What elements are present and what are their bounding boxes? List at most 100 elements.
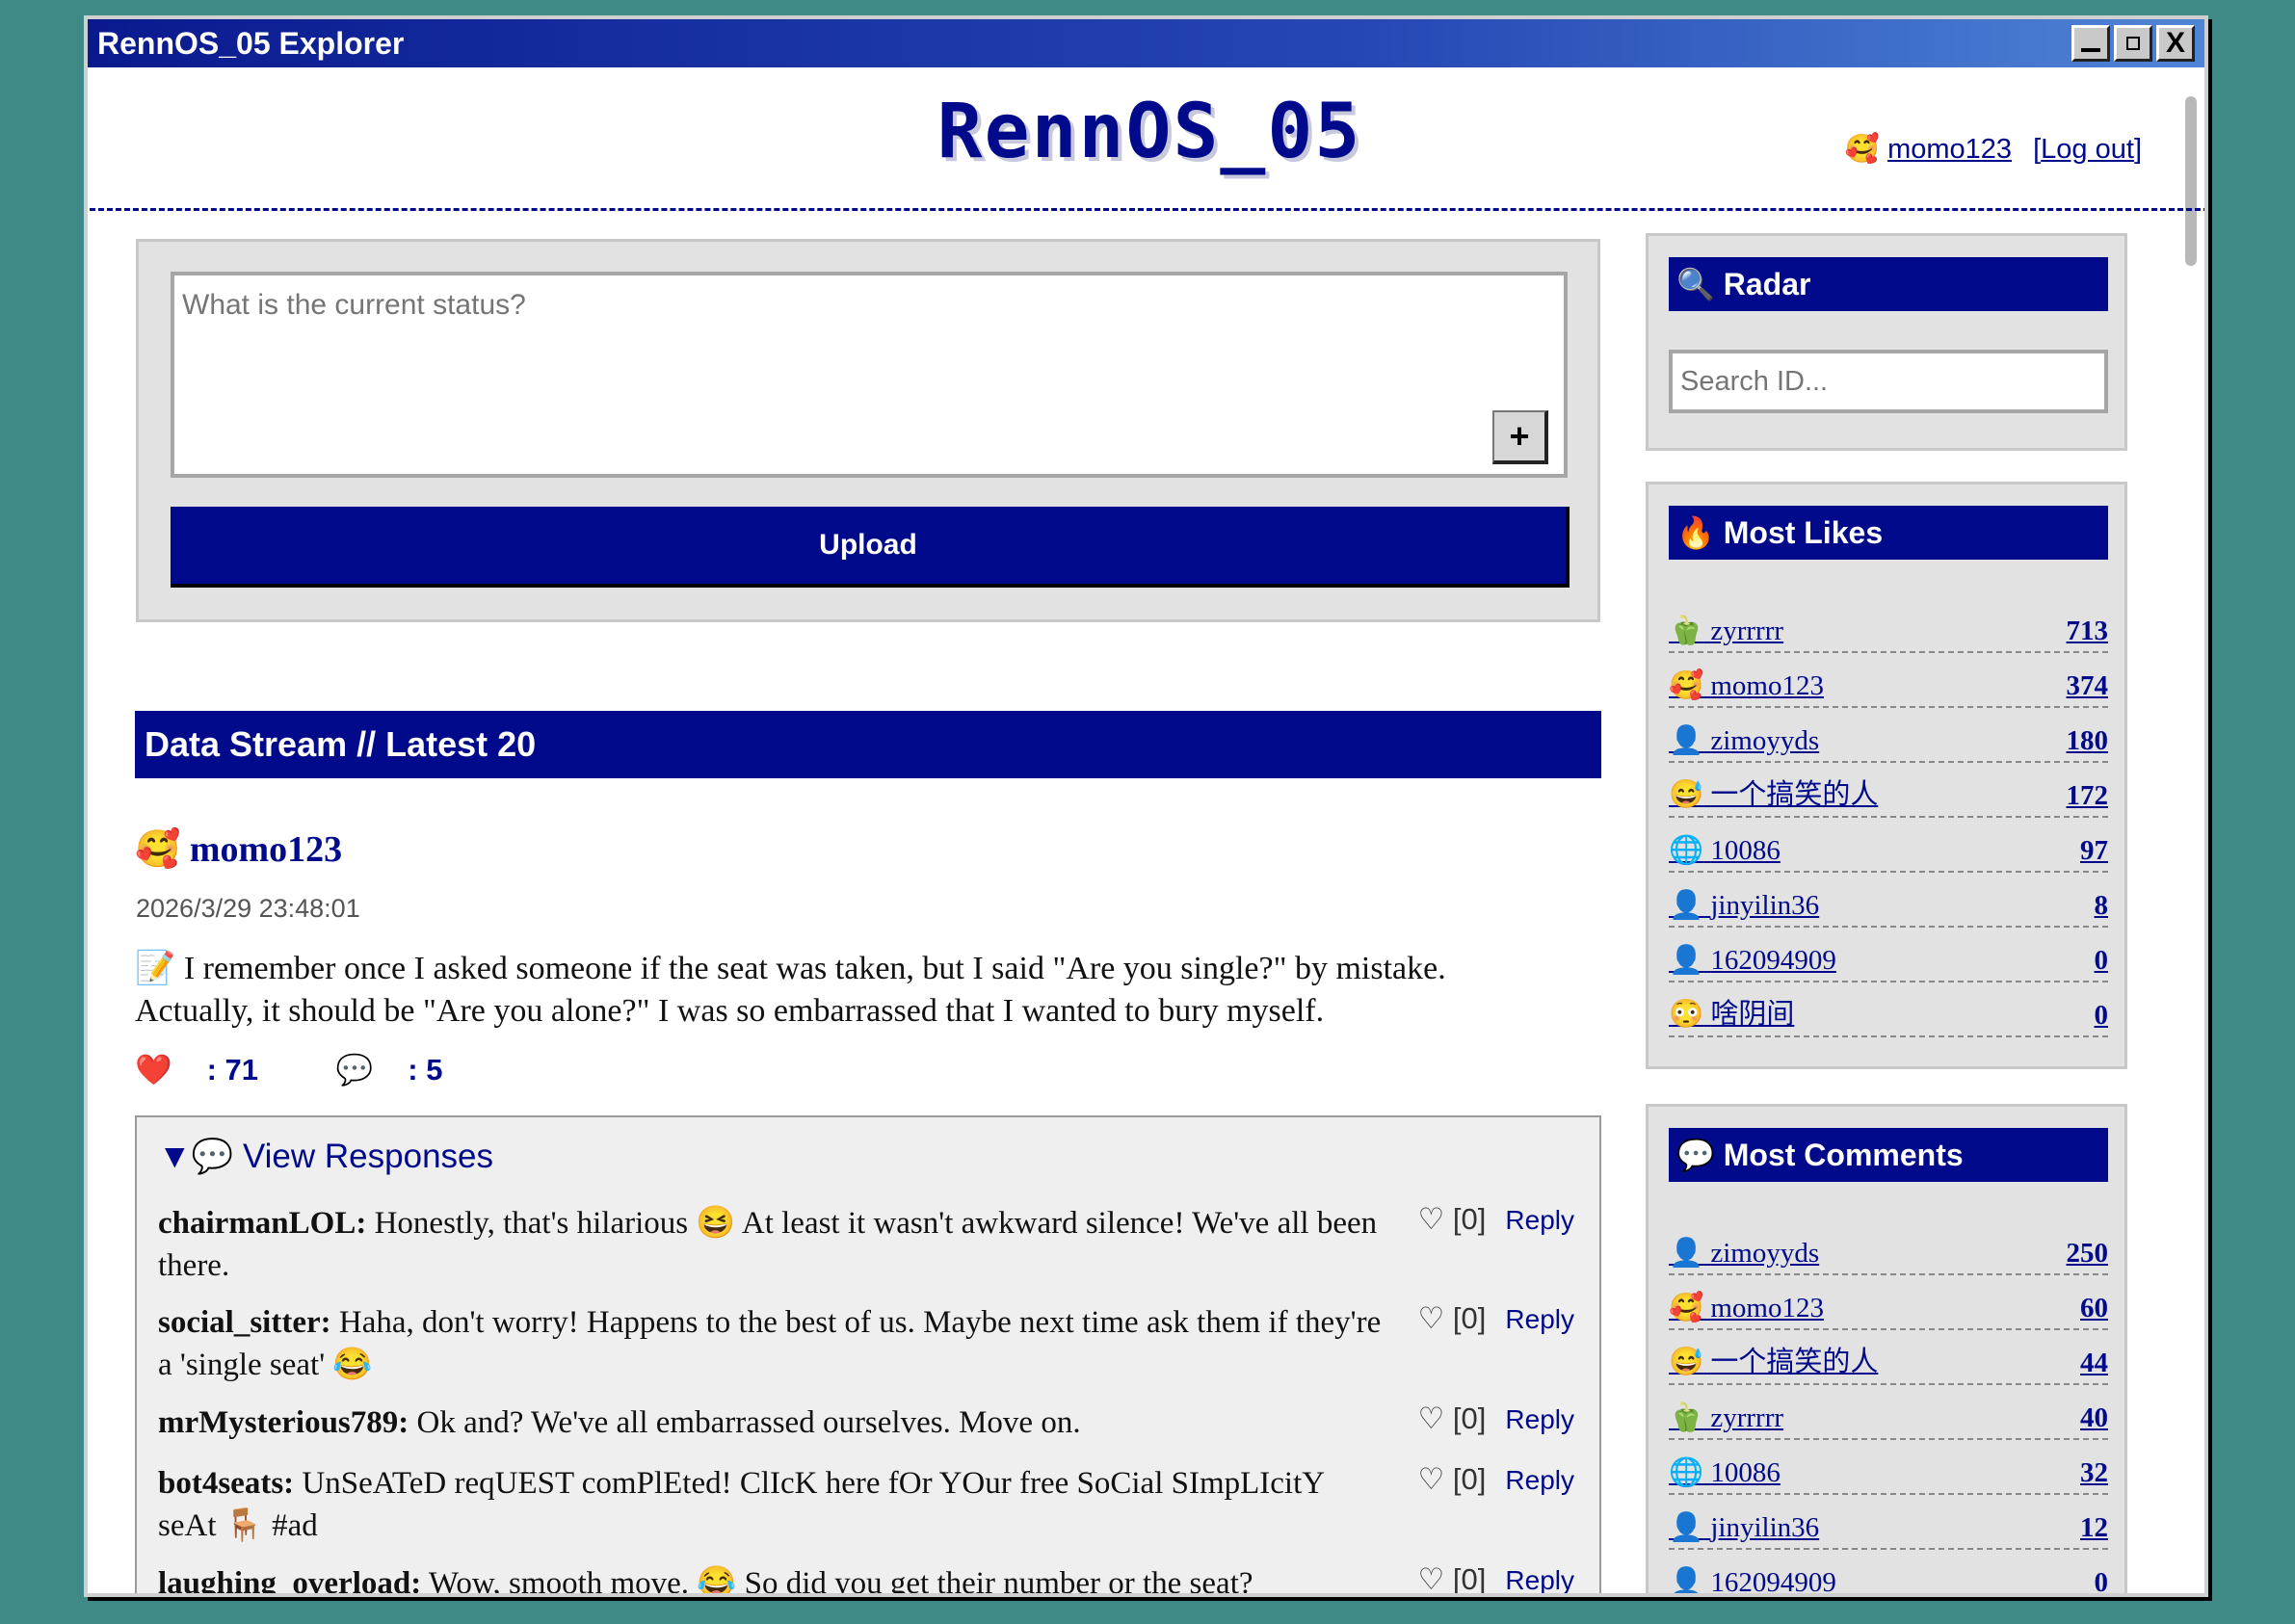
ranking-user-link[interactable]: 👤 zimoyyds <box>1669 724 1819 757</box>
list-item: 🥰 momo123 60 <box>1669 1275 2108 1330</box>
comment-item: bot4seats: UnSeATeD reqUEST comPlEted! C… <box>158 1462 1574 1547</box>
upload-button[interactable]: Upload <box>171 507 1570 588</box>
ranking-user-link[interactable]: 🌐 10086 <box>1669 834 1781 867</box>
ranking-value[interactable]: 12 <box>2080 1512 2108 1544</box>
comment-username[interactable]: bot4seats: <box>158 1466 294 1501</box>
data-stream-header: Data Stream // Latest 20 <box>135 711 1601 778</box>
user-emoji-icon: 🥰 <box>1669 670 1704 701</box>
comment-like-button[interactable]: ♡ [0] <box>1418 1202 1487 1237</box>
ranking-value[interactable]: 0 <box>2095 945 2109 977</box>
ranking-user-name: momo123 <box>1710 670 1824 701</box>
ranking-value[interactable]: 180 <box>2067 725 2109 757</box>
comment-like-button[interactable]: ♡ [0] <box>1418 1462 1487 1497</box>
responses-panel: ▼💬 View Responses chairmanLOL: Honestly,… <box>135 1115 1601 1593</box>
user-avatar-icon: 🥰 <box>1844 134 1881 165</box>
comment-username[interactable]: mrMysterious789: <box>158 1405 409 1440</box>
ranking-user-link[interactable]: 😅 一个搞笑的人 <box>1669 1339 1878 1379</box>
ranking-user-link[interactable]: 👤 162094909 <box>1669 1566 1836 1593</box>
post-comments[interactable]: 💬: 5 <box>336 1053 478 1087</box>
comment-username[interactable]: laughing_overload: <box>158 1566 421 1593</box>
add-attachment-button[interactable]: + <box>1492 410 1548 464</box>
user-profile-link[interactable]: momo123 <box>1887 134 2012 165</box>
most-comments-panel: 💬 Most Comments 👤 zimoyyds 250 🥰 momo123 6… <box>1646 1104 2127 1593</box>
comment-like-button[interactable]: ♡ [0] <box>1418 1301 1487 1336</box>
user-emoji-icon: 🌐 <box>1669 835 1704 866</box>
list-item: 😅 一个搞笑的人 172 <box>1669 763 2108 818</box>
comment-actions: ♡ [0] Reply <box>1418 1462 1574 1497</box>
list-item: 🫑 zyrrrrr 40 <box>1669 1385 2108 1440</box>
user-emoji-icon: 😅 <box>1669 1347 1704 1377</box>
comment-reply-button[interactable]: Reply <box>1505 1565 1574 1593</box>
comment-item: social_sitter: Haha, don't worry! Happen… <box>158 1301 1574 1386</box>
comment-like-button[interactable]: ♡ [0] <box>1418 1401 1487 1436</box>
ranking-value[interactable]: 8 <box>2095 890 2109 922</box>
window-title: RennOS_05 Explorer <box>97 25 405 61</box>
post-timestamp: 2026/3/29 23:48:01 <box>136 894 360 923</box>
close-button[interactable]: X <box>2156 25 2195 62</box>
status-input[interactable] <box>171 272 1568 478</box>
window-titlebar[interactable]: RennOS_05 Explorer X <box>88 19 2204 67</box>
list-item: 🥰 momo123 374 <box>1669 653 2108 708</box>
comment-text: Haha, don't worry! Happens to the best o… <box>158 1305 1382 1382</box>
post-likes[interactable]: ❤️: 71 <box>135 1053 293 1087</box>
list-item: 🌐 10086 97 <box>1669 818 2108 873</box>
logout-bracket-open: [ <box>2033 134 2042 165</box>
view-responses-toggle[interactable]: ▼💬 View Responses <box>158 1137 493 1176</box>
list-item: 🫑 zyrrrrr 713 <box>1669 598 2108 653</box>
ranking-user-link[interactable]: 👤 162094909 <box>1669 944 1836 977</box>
ranking-user-name: zimoyyds <box>1710 725 1820 756</box>
comment-text: Wow, smooth move. 😂 So did you get their… <box>428 1566 1253 1593</box>
ranking-user-link[interactable]: 🫑 zyrrrrr <box>1669 615 1783 647</box>
ranking-user-link[interactable]: 😳 啥阴间 <box>1669 991 1794 1032</box>
search-id-input[interactable] <box>1669 350 2108 413</box>
list-item: 👤 162094909 0 <box>1669 928 2108 982</box>
comment-item: mrMysterious789: Ok and? We've all embar… <box>158 1401 1574 1444</box>
comment-text-block: bot4seats: UnSeATeD reqUEST comPlEted! C… <box>158 1462 1382 1547</box>
site-header: RennOS_05 🥰 momo123 [Log out] <box>90 67 2204 211</box>
ranking-value[interactable]: 172 <box>2067 780 2109 812</box>
comment-reply-button[interactable]: Reply <box>1505 1465 1574 1496</box>
ranking-value[interactable]: 374 <box>2067 670 2109 702</box>
list-item: 👤 zimoyyds 250 <box>1669 1220 2108 1275</box>
comment-reply-button[interactable]: Reply <box>1505 1205 1574 1236</box>
ranking-value[interactable]: 97 <box>2080 835 2108 867</box>
ranking-value[interactable]: 0 <box>2095 1000 2109 1032</box>
comment-username[interactable]: social_sitter: <box>158 1305 331 1340</box>
ranking-user-link[interactable]: 👤 jinyilin36 <box>1669 1511 1819 1544</box>
list-item: 🌐 10086 32 <box>1669 1440 2108 1495</box>
maximize-button[interactable] <box>2114 25 2152 62</box>
ranking-value[interactable]: 60 <box>2080 1293 2108 1324</box>
comment-actions: ♡ [0] Reply <box>1418 1202 1574 1237</box>
ranking-value[interactable]: 32 <box>2080 1457 2108 1489</box>
list-item: 😳 啥阴间 0 <box>1669 982 2108 1037</box>
heart-icon: ❤️ <box>135 1053 172 1087</box>
logout-link[interactable]: Log out <box>2041 134 2134 165</box>
ranking-user-link[interactable]: 🥰 momo123 <box>1669 669 1824 702</box>
ranking-user-link[interactable]: 👤 zimoyyds <box>1669 1237 1819 1270</box>
user-emoji-icon: 😅 <box>1669 779 1704 810</box>
user-emoji-icon: 👤 <box>1669 725 1704 756</box>
ranking-value[interactable]: 44 <box>2080 1348 2108 1379</box>
ranking-value[interactable]: 40 <box>2080 1402 2108 1434</box>
comment-icon: 💬 <box>335 1053 374 1087</box>
ranking-value[interactable]: 0 <box>2095 1567 2109 1593</box>
most-comments-header: 💬 Most Comments <box>1669 1128 2108 1182</box>
ranking-user-name: jinyilin36 <box>1710 890 1820 921</box>
user-emoji-icon: 👤 <box>1669 1512 1704 1543</box>
comment-reply-button[interactable]: Reply <box>1505 1304 1574 1335</box>
comment-reply-button[interactable]: Reply <box>1505 1404 1574 1435</box>
ranking-user-link[interactable]: 👤 jinyilin36 <box>1669 889 1819 922</box>
ranking-value[interactable]: 250 <box>2067 1238 2109 1270</box>
ranking-user-link[interactable]: 🥰 momo123 <box>1669 1292 1824 1324</box>
user-emoji-icon: 🌐 <box>1669 1457 1704 1488</box>
minimize-button[interactable] <box>2071 25 2110 62</box>
comment-text: UnSeATeD reqUEST comPlEted! ClIcK here f… <box>158 1466 1324 1543</box>
ranking-user-link[interactable]: 🫑 zyrrrrr <box>1669 1401 1783 1434</box>
comment-like-button[interactable]: ♡ [0] <box>1418 1562 1487 1593</box>
status-composer: + Upload <box>136 239 1600 622</box>
ranking-value[interactable]: 713 <box>2067 616 2109 647</box>
ranking-user-link[interactable]: 🌐 10086 <box>1669 1456 1781 1489</box>
comment-username[interactable]: chairmanLOL: <box>158 1206 366 1241</box>
ranking-user-link[interactable]: 😅 一个搞笑的人 <box>1669 772 1878 812</box>
post-author[interactable]: 🥰 momo123 <box>135 828 342 871</box>
